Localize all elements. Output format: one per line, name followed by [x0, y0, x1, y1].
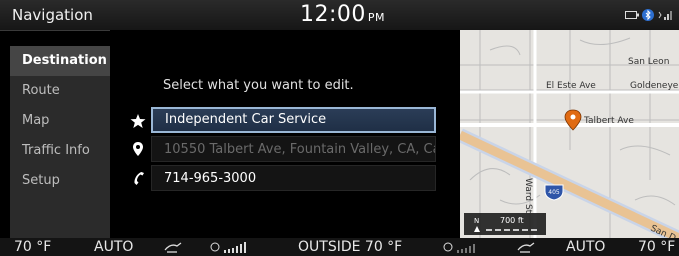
street-label: San Leon [628, 57, 669, 67]
fan-speed-icon[interactable] [210, 240, 254, 254]
seat-airflow-icon[interactable] [163, 241, 183, 253]
battery-icon [625, 11, 639, 19]
right-temp[interactable]: 70 °F [638, 239, 675, 255]
map-view[interactable]: 405 San Leon El Este Ave Goldeneye Talbe… [460, 30, 679, 238]
app-title: Navigation [12, 6, 93, 24]
sidebar-item-destination[interactable]: Destination [10, 46, 110, 76]
status-bar: Navigation 12:00 PM [0, 0, 679, 31]
phone-icon [134, 172, 144, 185]
svg-text:700 ft: 700 ft [500, 216, 524, 225]
svg-text:N: N [474, 217, 479, 225]
phone-field[interactable]: 714-965-3000 [151, 165, 436, 191]
seat-airflow-icon[interactable] [516, 241, 536, 253]
sidebar-item-setup[interactable]: Setup [10, 166, 110, 196]
map-canvas: 405 San Leon El Este Ave Goldeneye Talbe… [460, 30, 679, 238]
clock: 12:00 PM [300, 2, 386, 27]
signal-icon [658, 11, 672, 20]
sidebar-menu: Destination Route Map Traffic Info Setup [10, 46, 110, 238]
map-scale: N 700 ft [464, 213, 546, 235]
sidebar-item-route[interactable]: Route [10, 76, 110, 106]
interstate-shield-icon: 405 [544, 184, 564, 201]
address-field[interactable]: 10550 Talbert Ave, Fountain Valley, CA, … [151, 136, 436, 162]
street-label: El Este Ave [546, 81, 596, 91]
left-climate-mode[interactable]: AUTO [94, 239, 133, 255]
street-label: Talbert Ave [583, 116, 634, 126]
star-icon [130, 114, 146, 128]
climate-bar: 70 °F AUTO OUTSIDE 70 °F AUTO 70 °F [0, 238, 679, 256]
edit-panel: Select what you want to edit. Independen… [110, 30, 460, 238]
street-label: Ward St [523, 178, 533, 214]
fan-speed-icon[interactable] [443, 240, 487, 254]
outside-temp: OUTSIDE 70 °F [298, 239, 403, 255]
location-pin-icon [133, 142, 143, 156]
name-field[interactable]: Independent Car Service [151, 107, 436, 133]
status-icons [625, 9, 673, 21]
bluetooth-icon [642, 9, 654, 21]
edit-prompt: Select what you want to edit. [163, 78, 354, 93]
svg-text:405: 405 [548, 189, 560, 196]
right-climate-mode[interactable]: AUTO [566, 239, 605, 255]
left-temp[interactable]: 70 °F [14, 239, 51, 255]
sidebar-item-map[interactable]: Map [10, 106, 110, 136]
street-label: Goldeneye [630, 81, 679, 91]
sidebar-item-traffic-info[interactable]: Traffic Info [10, 136, 110, 166]
